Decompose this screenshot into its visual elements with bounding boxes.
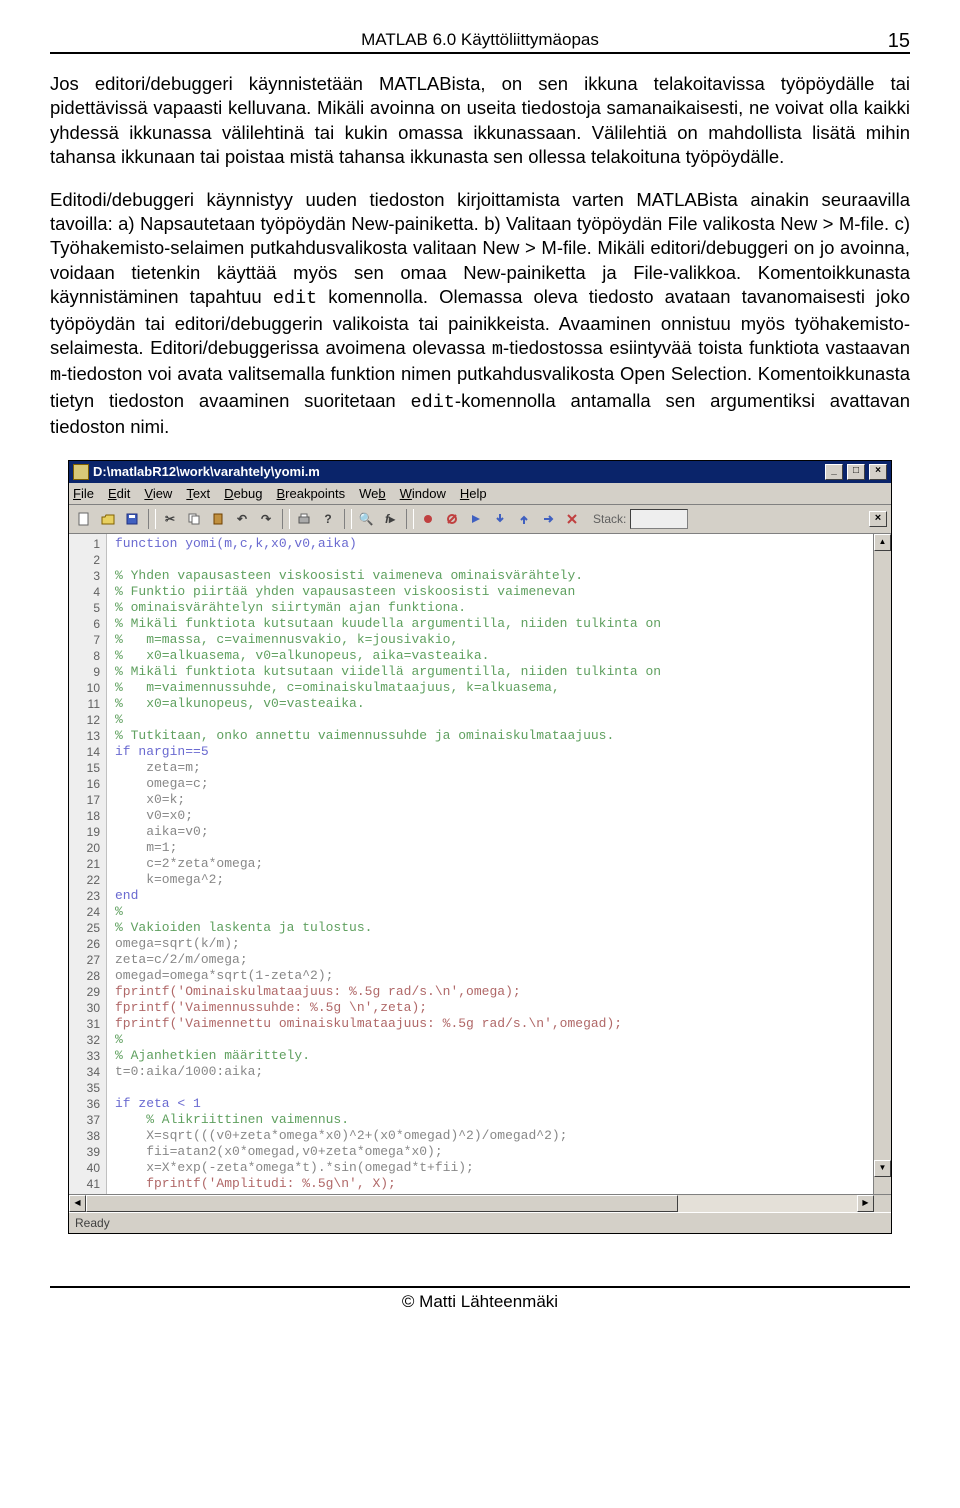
menu-window[interactable]: Window <box>400 486 446 501</box>
paste-icon[interactable] <box>207 508 229 530</box>
footer-text: © Matti Lähteenmäki <box>402 1292 558 1311</box>
minimize-button[interactable]: _ <box>825 464 843 480</box>
scroll-right-icon[interactable]: ▶ <box>857 1195 874 1212</box>
menu-view[interactable]: View <box>144 486 172 501</box>
menu-text[interactable]: Text <box>186 486 210 501</box>
step-icon[interactable] <box>465 508 487 530</box>
clear-breakpoint-icon[interactable] <box>441 508 463 530</box>
step-out-icon[interactable] <box>513 508 535 530</box>
set-breakpoint-icon[interactable] <box>417 508 439 530</box>
page-number: 15 <box>888 30 910 53</box>
maximize-button[interactable]: □ <box>847 464 865 480</box>
exit-debug-icon[interactable] <box>561 508 583 530</box>
menu-debug[interactable]: Debug <box>224 486 262 501</box>
status-text: Ready <box>75 1216 110 1230</box>
toolbar-close-icon[interactable]: × <box>869 511 887 527</box>
line-number-gutter: 1234567891011121314151617181920212223242… <box>69 534 107 1194</box>
window-title: D:\matlabR12\work\varahtely\yomi.m <box>93 464 320 479</box>
scroll-up-icon[interactable]: ▲ <box>874 534 891 551</box>
menu-bar: File Edit View Text Debug Breakpoints We… <box>69 483 891 505</box>
page-footer: © Matti Lähteenmäki <box>50 1286 910 1312</box>
print-icon[interactable] <box>293 508 315 530</box>
toolbar: ✂ ↶ ↷ ? 🔍 f▸ Stack: × <box>69 505 891 534</box>
app-icon <box>73 464 89 480</box>
paragraph-2: Editodi/debuggeri käynnistyy uuden tiedo… <box>50 188 910 440</box>
redo-icon[interactable]: ↷ <box>255 508 277 530</box>
stack-label: Stack: <box>593 512 626 526</box>
horizontal-scrollbar[interactable]: ◀ ▶ <box>69 1194 891 1212</box>
close-button[interactable]: × <box>869 464 887 480</box>
find-icon[interactable]: 🔍 <box>355 508 377 530</box>
code-area[interactable]: function yomi(m,c,k,x0,v0,aika) % Yhden … <box>107 534 873 1194</box>
function-icon[interactable]: f▸ <box>379 508 401 530</box>
cut-icon[interactable]: ✂ <box>159 508 181 530</box>
page-header: MATLAB 6.0 Käyttöliittymäopas 15 <box>50 30 910 54</box>
title-bar[interactable]: D:\matlabR12\work\varahtely\yomi.m _ □ × <box>69 461 891 483</box>
matlab-editor-window: D:\matlabR12\work\varahtely\yomi.m _ □ ×… <box>68 460 892 1234</box>
copy-icon[interactable] <box>183 508 205 530</box>
menu-web[interactable]: Web <box>359 486 386 501</box>
continue-icon[interactable] <box>537 508 559 530</box>
menu-file[interactable]: File <box>73 486 94 501</box>
save-icon[interactable] <box>121 508 143 530</box>
status-bar: Ready <box>69 1212 891 1233</box>
stack-select[interactable] <box>630 509 688 529</box>
menu-breakpoints[interactable]: Breakpoints <box>276 486 345 501</box>
vertical-scrollbar[interactable]: ▲ ▼ <box>873 534 891 1194</box>
menu-help[interactable]: Help <box>460 486 487 501</box>
scroll-left-icon[interactable]: ◀ <box>69 1195 86 1212</box>
new-file-icon[interactable] <box>73 508 95 530</box>
help-icon[interactable]: ? <box>317 508 339 530</box>
menu-edit[interactable]: Edit <box>108 486 130 501</box>
scroll-thumb[interactable] <box>86 1195 678 1212</box>
header-title: MATLAB 6.0 Käyttöliittymäopas <box>361 30 599 49</box>
undo-icon[interactable]: ↶ <box>231 508 253 530</box>
open-icon[interactable] <box>97 508 119 530</box>
editor-body: 1234567891011121314151617181920212223242… <box>69 534 891 1194</box>
paragraph-1: Jos editori/debuggeri käynnistetään MATL… <box>50 72 910 170</box>
scroll-down-icon[interactable]: ▼ <box>874 1160 891 1177</box>
step-in-icon[interactable] <box>489 508 511 530</box>
